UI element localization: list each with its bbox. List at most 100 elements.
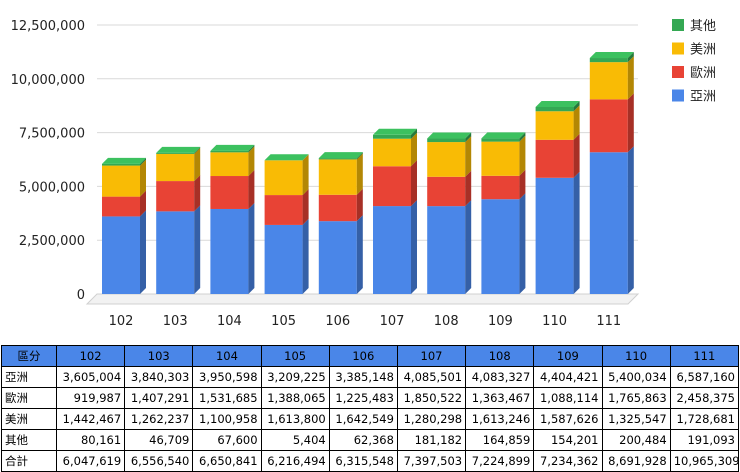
table-cell: 80,161 xyxy=(57,430,125,451)
bar-segment xyxy=(427,133,471,143)
table-cell: 4,404,421 xyxy=(534,367,602,388)
bar-segment xyxy=(373,160,417,206)
table-cell: 1,642,549 xyxy=(329,409,397,430)
x-tick-label: 111 xyxy=(596,314,621,329)
y-axis-ticks: 02,500,0005,000,0007,500,00010,000,00012… xyxy=(11,19,85,303)
bar-segment xyxy=(373,129,417,139)
bar-segment xyxy=(373,200,417,294)
table-row-header: 亞洲 xyxy=(2,367,57,388)
table-cell: 1,850,522 xyxy=(397,388,465,409)
legend-swatch xyxy=(672,19,684,31)
bars xyxy=(102,52,634,294)
table-cell: 1,280,298 xyxy=(397,409,465,430)
bar-segment xyxy=(590,146,634,294)
bar-segment xyxy=(536,101,580,111)
table-cell: 1,587,626 xyxy=(534,409,602,430)
bar-segment xyxy=(590,56,634,99)
table-cell: 1,388,065 xyxy=(261,388,329,409)
bar-segment xyxy=(210,145,254,152)
x-axis-ticks: 102103104105106107108109110111 xyxy=(109,314,622,329)
table-cell: 1,225,483 xyxy=(329,388,397,409)
x-tick-label: 106 xyxy=(325,314,350,329)
table-row-header: 美洲 xyxy=(2,409,57,430)
table-cell: 10,965,309 xyxy=(670,451,738,472)
x-tick-label: 105 xyxy=(271,314,296,329)
table-row: 歐洲919,9871,407,2911,531,6851,388,0651,22… xyxy=(2,388,739,409)
legend-item: 歐洲 xyxy=(672,66,716,81)
table-cell: 3,840,303 xyxy=(125,367,193,388)
table-cell: 46,709 xyxy=(125,430,193,451)
bar-segment xyxy=(536,134,580,178)
table-row: 合計6,047,6196,556,5406,650,8416,216,4946,… xyxy=(2,451,739,472)
table-row: 美洲1,442,4671,262,2371,100,9581,613,8001,… xyxy=(2,409,739,430)
table-column-header: 111 xyxy=(670,346,738,367)
table-row: 亞洲3,605,0043,840,3033,950,5983,209,2253,… xyxy=(2,367,739,388)
table-cell: 7,234,362 xyxy=(534,451,602,472)
table-cell: 1,325,547 xyxy=(602,409,670,430)
bar-segment xyxy=(156,147,200,154)
table-cell: 1,262,237 xyxy=(125,409,193,430)
bar-segment xyxy=(481,132,525,141)
table-column-header: 104 xyxy=(193,346,261,367)
data-table: 區分102103104105106107108109110111 亞洲3,605… xyxy=(1,345,739,472)
table-cell: 6,556,540 xyxy=(125,451,193,472)
bar-segment xyxy=(319,152,363,159)
y-tick-label: 12,500,000 xyxy=(11,19,85,34)
table-column-header: 106 xyxy=(329,346,397,367)
table-cell: 1,765,863 xyxy=(602,388,670,409)
table-cell: 67,600 xyxy=(193,430,261,451)
table-cell: 3,605,004 xyxy=(57,367,125,388)
bar-segment xyxy=(156,205,200,294)
table-cell: 5,404 xyxy=(261,430,329,451)
table-cell: 200,484 xyxy=(602,430,670,451)
bar-segment xyxy=(102,210,146,294)
table-cell: 6,650,841 xyxy=(193,451,261,472)
bar-segment xyxy=(427,136,471,177)
bar-segment xyxy=(265,154,309,160)
y-tick-label: 7,500,000 xyxy=(19,127,85,142)
table-cell: 1,613,246 xyxy=(466,409,534,430)
table-cell: 7,224,899 xyxy=(466,451,534,472)
table-cell: 1,363,467 xyxy=(466,388,534,409)
legend-label: 美洲 xyxy=(690,43,716,58)
table-column-header: 105 xyxy=(261,346,329,367)
bar-segment xyxy=(481,136,525,176)
bar-segment xyxy=(590,52,634,62)
table-cell: 191,093 xyxy=(670,430,738,451)
table-cell: 154,201 xyxy=(534,430,602,451)
table-cell: 1,100,958 xyxy=(193,409,261,430)
table-corner-header: 區分 xyxy=(2,346,57,367)
table-row-header: 歐洲 xyxy=(2,388,57,409)
table-cell: 164,859 xyxy=(466,430,534,451)
chart-page: { "chart_data": { "type": "bar", "stacke… xyxy=(0,0,740,468)
bar-segment xyxy=(536,172,580,294)
table-cell: 1,613,800 xyxy=(261,409,329,430)
legend-swatch xyxy=(672,43,684,55)
bar-segment xyxy=(210,203,254,294)
legend-swatch xyxy=(672,66,684,78)
chart-floor xyxy=(87,294,638,304)
bar-segment xyxy=(427,200,471,294)
table-cell: 6,587,160 xyxy=(670,367,738,388)
table-column-header: 102 xyxy=(57,346,125,367)
bar-segment xyxy=(265,154,309,195)
table-column-header: 108 xyxy=(466,346,534,367)
table-column-header: 110 xyxy=(602,346,670,367)
table-cell: 62,368 xyxy=(329,430,397,451)
bar-segment xyxy=(319,153,363,194)
bar-segment xyxy=(319,215,363,294)
table-cell: 1,442,467 xyxy=(57,409,125,430)
table-cell: 6,047,619 xyxy=(57,451,125,472)
y-tick-label: 10,000,000 xyxy=(11,73,85,88)
x-tick-label: 103 xyxy=(163,314,188,329)
bar-segment xyxy=(590,93,634,152)
legend-label: 亞洲 xyxy=(690,90,716,105)
table-column-header: 109 xyxy=(534,346,602,367)
table-cell: 3,385,148 xyxy=(329,367,397,388)
bar-segment xyxy=(265,219,309,294)
bar-segment xyxy=(481,193,525,294)
x-tick-label: 108 xyxy=(434,314,459,329)
table-cell: 6,216,494 xyxy=(261,451,329,472)
table-cell: 6,315,548 xyxy=(329,451,397,472)
table-column-header: 103 xyxy=(125,346,193,367)
